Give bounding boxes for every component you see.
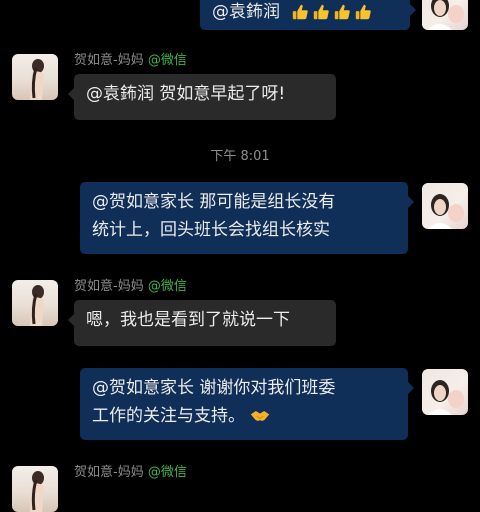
message-bubble-incoming[interactable]: 嗯，我也是看到了就说一下: [68, 300, 336, 346]
message-text: 嗯，我也是看到了就说一下: [86, 310, 290, 330]
sender-line: 贺如意-妈妈 @微信: [74, 53, 187, 69]
message-text: @贺如意家长 那可能是组长没有 统计上，回头班长会找组长核实: [92, 192, 336, 240]
avatar[interactable]: [12, 54, 58, 100]
chat-thread[interactable]: @袁鈽润 贺如意-妈妈 @微信 @袁鈽润 贺如意早起了呀! 下午 8:01 @贺…: [0, 0, 480, 512]
sender-name: 贺如意-妈妈: [74, 465, 144, 480]
sender-app: @微信: [147, 53, 187, 68]
message-bubble-incoming[interactable]: @袁鈽润 贺如意早起了呀!: [68, 74, 336, 120]
avatar[interactable]: [12, 466, 58, 512]
sender-app: @微信: [147, 465, 187, 480]
avatar[interactable]: [422, 183, 468, 229]
message-text: @袁鈽润: [212, 2, 280, 22]
sender-name: 贺如意-妈妈: [74, 53, 144, 68]
thumbs-up-icon: [356, 4, 372, 20]
handshake-icon: [251, 411, 270, 421]
avatar[interactable]: [422, 369, 468, 415]
message-bubble-outgoing[interactable]: @袁鈽润: [200, 0, 416, 30]
sender-app: @微信: [147, 279, 187, 294]
thumbs-up-icon: [335, 4, 351, 20]
sender-line: 贺如意-妈妈 @微信: [74, 279, 187, 295]
avatar[interactable]: [422, 0, 468, 30]
sender-line: 贺如意-妈妈 @微信: [74, 465, 187, 481]
message-text: @贺如意家长 谢谢你对我们班委 工作的关注与支持。: [92, 378, 336, 426]
sender-name: 贺如意-妈妈: [74, 279, 144, 294]
message-bubble-outgoing[interactable]: @贺如意家长 谢谢你对我们班委 工作的关注与支持。: [80, 368, 414, 440]
thumbs-up-icon-group: [291, 3, 372, 21]
thumbs-up-icon: [293, 4, 309, 20]
avatar[interactable]: [12, 280, 58, 326]
timestamp: 下午 8:01: [210, 149, 270, 164]
thumbs-up-icon: [314, 4, 330, 20]
message-text: @袁鈽润 贺如意早起了呀!: [86, 84, 286, 104]
message-bubble-outgoing[interactable]: @贺如意家长 那可能是组长没有 统计上，回头班长会找组长核实: [80, 182, 414, 254]
